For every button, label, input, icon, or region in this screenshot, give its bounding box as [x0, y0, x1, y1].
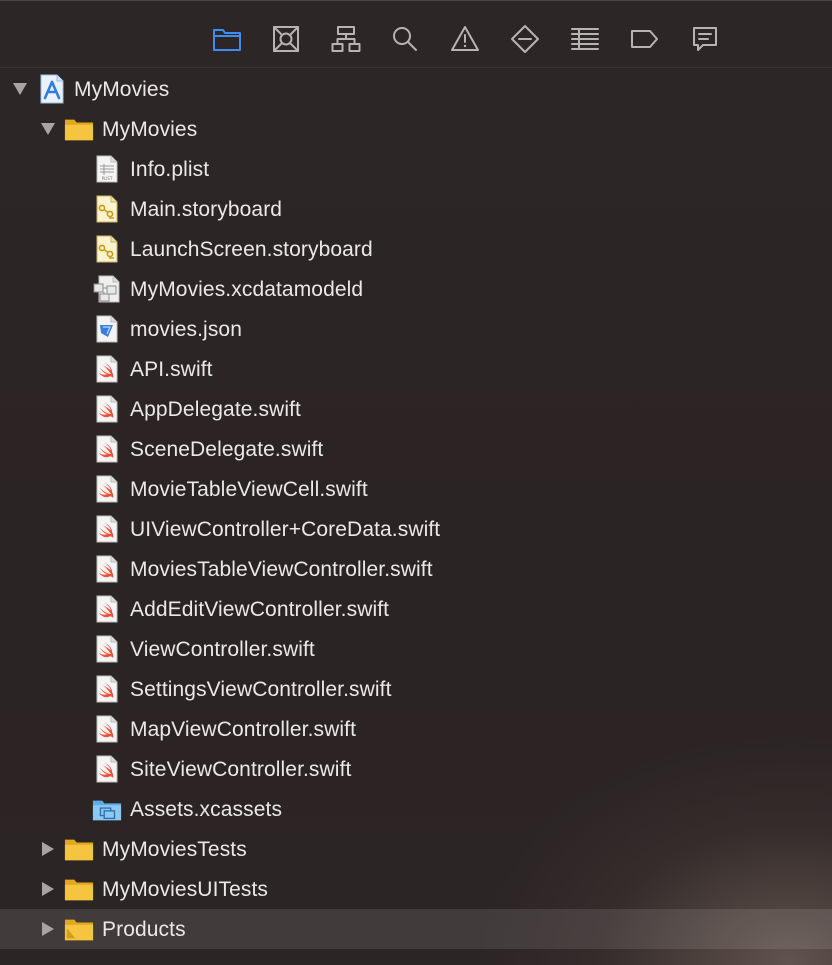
plist-file-icon: PLIST	[92, 155, 122, 183]
issue-navigator-button[interactable]	[449, 23, 481, 55]
row-label: UIViewController+CoreData.swift	[130, 518, 441, 541]
row-label: ViewController.swift	[130, 638, 315, 661]
file-row[interactable]: PLIST Info.plist	[0, 149, 832, 189]
group-row[interactable]: Products	[0, 909, 832, 949]
swift-file-icon	[92, 435, 122, 463]
row-label: Assets.xcassets	[130, 798, 283, 821]
swift-file-icon	[92, 475, 122, 503]
issue-navigator-icon	[450, 25, 480, 53]
disclosure-triangle-down-icon[interactable]	[12, 81, 28, 97]
file-row[interactable]: MovieTableViewCell.swift	[0, 469, 832, 509]
row-label: Main.storyboard	[130, 198, 283, 221]
file-row[interactable]: Assets.xcassets	[0, 789, 832, 829]
row-label: MoviesTableViewController.swift	[130, 558, 433, 581]
row-label: SceneDelegate.swift	[130, 438, 324, 461]
swift-file-icon	[92, 595, 122, 623]
file-row[interactable]: Main.storyboard	[0, 189, 832, 229]
row-label: LaunchScreen.storyboard	[130, 238, 373, 261]
file-row[interactable]: MapViewController.swift	[0, 709, 832, 749]
group-row[interactable]: MyMoviesTests	[0, 829, 832, 869]
row-label: SettingsViewController.swift	[130, 678, 392, 701]
test-navigator-icon	[510, 24, 540, 54]
row-label: Products	[102, 918, 186, 941]
file-row[interactable]: UIViewController+CoreData.swift	[0, 509, 832, 549]
row-label: Info.plist	[130, 158, 210, 181]
row-label: movies.json	[130, 318, 242, 341]
swift-file-icon	[92, 395, 122, 423]
xcode-project-icon	[37, 74, 67, 104]
debug-navigator-icon	[570, 26, 600, 52]
project-row[interactable]: MyMovies	[0, 69, 832, 109]
file-row[interactable]: LaunchScreen.storyboard	[0, 229, 832, 269]
swift-file-icon	[92, 555, 122, 583]
folder-icon	[64, 875, 94, 903]
file-row[interactable]: AddEditViewController.swift	[0, 589, 832, 629]
row-label: MyMovies.xcdatamodeld	[130, 278, 364, 301]
svg-text:PLIST: PLIST	[102, 176, 113, 181]
file-row[interactable]: SiteViewController.swift	[0, 749, 832, 789]
row-label: MyMoviesUITests	[102, 878, 269, 901]
swift-file-icon	[92, 715, 122, 743]
swift-file-icon	[92, 355, 122, 383]
disclosure-triangle-right-icon[interactable]	[40, 881, 56, 897]
assets-catalog-icon	[92, 795, 122, 823]
file-row[interactable]: MoviesTableViewController.swift	[0, 549, 832, 589]
json-file-icon	[92, 315, 122, 343]
row-label: MyMovies	[102, 118, 198, 141]
folder-icon	[64, 835, 94, 863]
swift-file-icon	[92, 755, 122, 783]
row-label: AppDelegate.swift	[130, 398, 301, 421]
swift-file-icon	[92, 515, 122, 543]
products-folder-icon	[64, 915, 94, 943]
symbol-navigator-button[interactable]	[330, 23, 362, 55]
row-label: MovieTableViewCell.swift	[130, 478, 368, 501]
storyboard-file-icon	[92, 195, 122, 223]
file-row[interactable]: AppDelegate.swift	[0, 389, 832, 429]
disclosure-triangle-down-icon[interactable]	[40, 121, 56, 137]
file-row[interactable]: SettingsViewController.swift	[0, 669, 832, 709]
breakpoint-navigator-icon	[630, 28, 660, 50]
row-label: MyMovies	[74, 78, 170, 101]
report-navigator-button[interactable]	[689, 23, 721, 55]
project-navigator-panel: MyMovies MyMovies PLIST Info.plist Main.s…	[0, 0, 832, 965]
find-navigator-icon	[391, 25, 419, 53]
find-navigator-button[interactable]	[389, 23, 421, 55]
row-label: API.swift	[130, 358, 213, 381]
breakpoint-navigator-button[interactable]	[629, 23, 661, 55]
project-navigator-button[interactable]	[211, 23, 243, 55]
storyboard-file-icon	[92, 235, 122, 263]
group-row[interactable]: MyMoviesUITests	[0, 869, 832, 909]
folder-icon	[64, 115, 94, 143]
file-row[interactable]: movies.json	[0, 309, 832, 349]
disclosure-triangle-right-icon[interactable]	[40, 921, 56, 937]
row-label: MapViewController.swift	[130, 718, 356, 741]
source-control-navigator-icon	[272, 25, 300, 53]
row-label: SiteViewController.swift	[130, 758, 352, 781]
navigator-toolbar	[0, 1, 832, 68]
test-navigator-button[interactable]	[509, 23, 541, 55]
group-row[interactable]: MyMovies	[0, 109, 832, 149]
row-label: AddEditViewController.swift	[130, 598, 390, 621]
project-navigator-icon	[212, 26, 242, 52]
symbol-navigator-icon	[331, 25, 361, 53]
source-control-navigator-button[interactable]	[270, 23, 302, 55]
report-navigator-icon	[691, 25, 719, 53]
file-row[interactable]: MyMovies.xcdatamodeld	[0, 269, 832, 309]
data-model-file-icon	[92, 275, 122, 303]
file-row[interactable]: API.swift	[0, 349, 832, 389]
row-label: MyMoviesTests	[102, 838, 247, 861]
file-row[interactable]: ViewController.swift	[0, 629, 832, 669]
swift-file-icon	[92, 675, 122, 703]
debug-navigator-button[interactable]	[569, 23, 601, 55]
file-row[interactable]: SceneDelegate.swift	[0, 429, 832, 469]
disclosure-triangle-right-icon[interactable]	[40, 841, 56, 857]
swift-file-icon	[92, 635, 122, 663]
